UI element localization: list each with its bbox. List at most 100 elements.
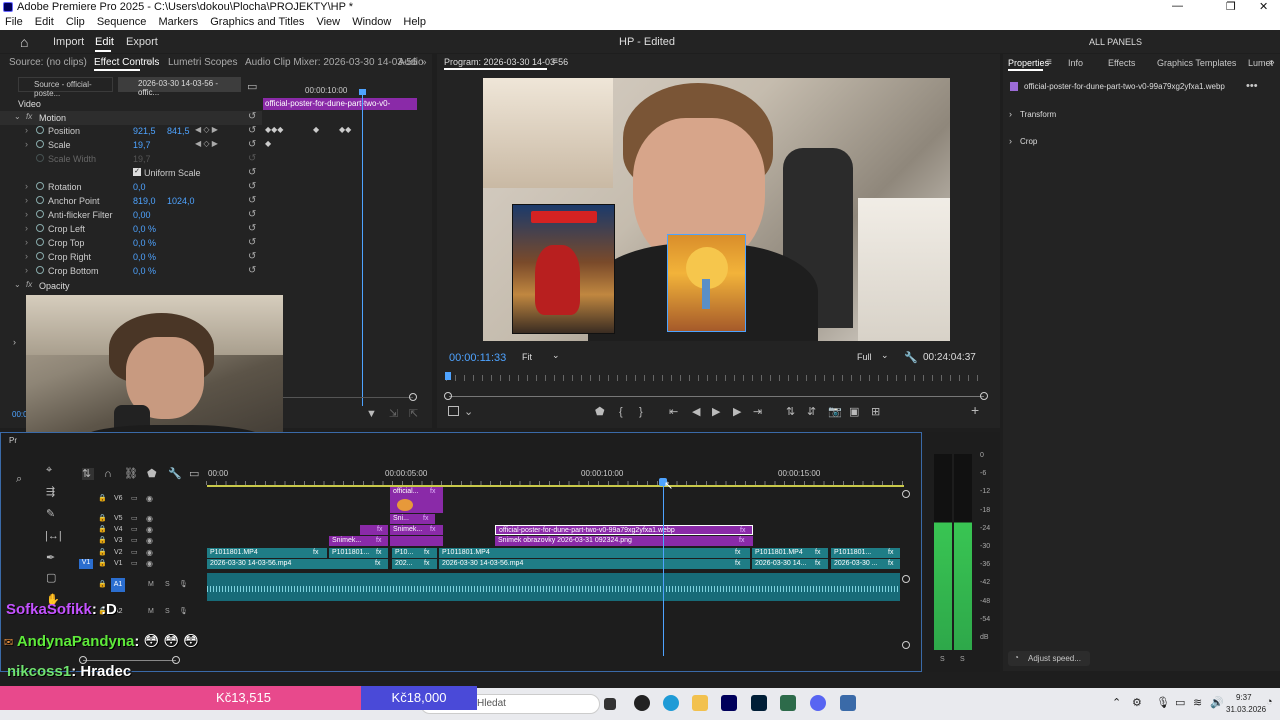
export-frame-icon[interactable]: ⇲ — [389, 408, 398, 420]
marker-icon[interactable]: ⬟ — [595, 406, 605, 418]
v4-clip-b[interactable]: Snimek... fx — [390, 525, 443, 535]
lock-icon[interactable]: 🔒 — [98, 548, 107, 556]
extract-icon[interactable]: ⇵ — [807, 406, 816, 418]
property-value[interactable]: 0,0 % — [133, 252, 156, 262]
program-timecode[interactable]: 00:00:11:33 — [449, 352, 506, 364]
v1-clip-5[interactable]: 2026-03-30 ... fx — [831, 559, 900, 569]
panel-menu-icon[interactable]: ≡ — [552, 56, 558, 67]
a1-source-target[interactable]: A1 — [111, 578, 125, 592]
premiere-app-icon[interactable] — [721, 695, 737, 711]
tab-properties[interactable]: Properties — [1008, 58, 1049, 68]
solo-right-button[interactable]: S — [960, 656, 965, 663]
reset-icon[interactable]: ↺ — [248, 125, 256, 136]
v4-clip-a[interactable]: fx — [360, 525, 388, 535]
stopwatch-icon[interactable] — [36, 196, 44, 204]
lock-icon[interactable]: 🔒 — [98, 559, 107, 567]
multicam-icon[interactable]: ⊞ — [871, 406, 880, 418]
track-header-v1[interactable]: 🔒 V1 ▭ ◉ — [80, 559, 205, 570]
program-playhead[interactable] — [445, 372, 451, 380]
pen-tool-icon[interactable]: ✒ — [46, 552, 55, 564]
snipping-tool-icon[interactable] — [840, 695, 856, 711]
v1-clip-3[interactable]: 2026-03-30 14-03-56.mp4 fx — [439, 559, 750, 569]
panel-expand-icon[interactable]: ▭ — [247, 81, 257, 93]
property-value-2[interactable]: 1024,0 — [167, 196, 195, 206]
solo-button[interactable]: S — [165, 581, 170, 588]
snap-icon[interactable]: ⇅ — [82, 468, 94, 480]
chevron-down-icon[interactable]: ⌄ — [464, 406, 473, 418]
chevron-right-icon[interactable]: › — [25, 237, 28, 247]
wrench-icon[interactable]: 🔧 — [904, 352, 918, 364]
add-button-icon[interactable]: + — [971, 403, 979, 417]
hscroll-handle-right[interactable] — [172, 656, 180, 664]
keyframe-icon[interactable]: ◆◆ — [339, 125, 351, 134]
ec-row-uniform-scale[interactable]: ✓ Uniform Scale ↺ — [0, 167, 262, 181]
export-tab[interactable]: Export — [126, 36, 158, 48]
sync-lock-icon[interactable]: ▭ — [131, 514, 138, 522]
chevron-right-icon[interactable]: › — [25, 125, 28, 135]
vscroll-handle[interactable] — [902, 575, 910, 583]
chevron-right-icon[interactable]: › — [1009, 136, 1012, 146]
stopwatch-icon[interactable] — [36, 252, 44, 260]
keyframe-nav-icon[interactable]: ◀ ◇ ▶ — [195, 125, 218, 134]
battery-icon[interactable]: ▭ — [1175, 696, 1185, 709]
edit-tab[interactable]: Edit — [95, 36, 114, 48]
chevron-right-icon[interactable]: › — [25, 195, 28, 205]
v1-clip-2[interactable]: 202... fx — [392, 559, 437, 569]
edge-icon[interactable] — [663, 695, 679, 711]
spiderman-poster[interactable] — [512, 204, 615, 334]
task-view-icon[interactable] — [604, 698, 616, 710]
sync-lock-icon[interactable]: ▭ — [131, 559, 138, 567]
panel-menu-icon[interactable]: ≡ — [1046, 57, 1052, 68]
zoom-select[interactable]: Fit ⌄ — [517, 350, 563, 365]
v1-source-target[interactable]: V1 — [79, 559, 93, 569]
ripple-tool-icon[interactable]: |↔| — [45, 530, 62, 542]
chevron-right-icon[interactable]: › — [25, 223, 28, 233]
chevron-down-icon[interactable]: ⌄ — [14, 280, 21, 289]
all-panels-button[interactable]: ALL PANELS — [1089, 37, 1142, 47]
camera-icon[interactable]: 📷 — [828, 406, 842, 418]
ec-row-rotation[interactable]: › Rotation 0,0 ↺ — [0, 181, 262, 195]
ec-scroll-bar[interactable] — [283, 397, 413, 398]
minimize-button[interactable]: — — [1172, 0, 1183, 12]
vscroll-handle[interactable] — [902, 641, 910, 649]
magnet-icon[interactable]: ∩ — [104, 468, 112, 480]
v2-clip-1[interactable]: P1011801.MP4 fx — [207, 548, 327, 558]
ec-row-scale-width[interactable]: Scale Width 19,7 ↺ — [0, 153, 262, 167]
settings-icon[interactable] — [448, 406, 459, 416]
reset-icon[interactable]: ↺ — [248, 139, 256, 150]
search-icon[interactable]: ⌕ — [16, 473, 22, 485]
clock-time[interactable]: 9:37 — [1236, 693, 1252, 702]
v5-clip[interactable]: Sni... fx — [390, 514, 435, 524]
track-header-v6[interactable]: 🔒 V6 ▭ ◉ — [80, 494, 205, 505]
v2-clip-3[interactable]: P10... fx — [392, 548, 437, 558]
chevron-right-icon[interactable]: › — [1009, 109, 1012, 119]
reset-icon[interactable]: ↺ — [248, 181, 256, 192]
timeline-hscroll[interactable] — [83, 660, 176, 661]
chevron-right-icon[interactable]: › — [25, 209, 28, 219]
reset-icon[interactable]: ↺ — [248, 251, 256, 262]
keyframe-icon[interactable]: ◆ — [313, 125, 319, 134]
eye-icon[interactable]: ◉ — [146, 536, 153, 545]
stopwatch-icon[interactable] — [36, 182, 44, 190]
reset-icon[interactable]: ↺ — [248, 111, 256, 122]
stopwatch-icon[interactable] — [36, 224, 44, 232]
dune-poster-clip[interactable]: official-poster-for-dune-part-two-v0-99a… — [495, 525, 753, 535]
v3-clip-a[interactable]: Snimek... fx — [329, 536, 388, 546]
mark-out-icon[interactable]: } — [639, 406, 643, 418]
eye-icon[interactable]: ◉ — [146, 525, 153, 534]
expand-right-icon[interactable]: › — [13, 336, 16, 348]
keyframe-nav-icon[interactable]: ◀ ◇ ▶ — [195, 139, 218, 148]
property-value[interactable]: 0,00 — [133, 210, 151, 220]
mic-icon[interactable]: 🎙 — [179, 580, 188, 588]
panel-menu-icon[interactable]: ≡ — [146, 57, 152, 68]
menu-help[interactable]: Help — [403, 16, 426, 28]
resolution-select[interactable]: Full ⌄ — [853, 350, 893, 365]
reset-icon[interactable]: ↺ — [248, 237, 256, 248]
tab-lumetri[interactable]: Lumetri Scopes — [168, 57, 237, 68]
home-icon[interactable]: ⌂ — [20, 34, 28, 50]
v1-clip-4[interactable]: 2026-03-30 14... fx — [752, 559, 828, 569]
ec-row-anchor-point[interactable]: › Anchor Point 819,0 1024,0 ↺ — [0, 195, 262, 209]
program-scroll[interactable] — [449, 396, 984, 397]
menu-file[interactable]: File — [5, 16, 23, 28]
track-header-v3[interactable]: 🔒 V3 ▭ ◉ — [80, 536, 205, 547]
